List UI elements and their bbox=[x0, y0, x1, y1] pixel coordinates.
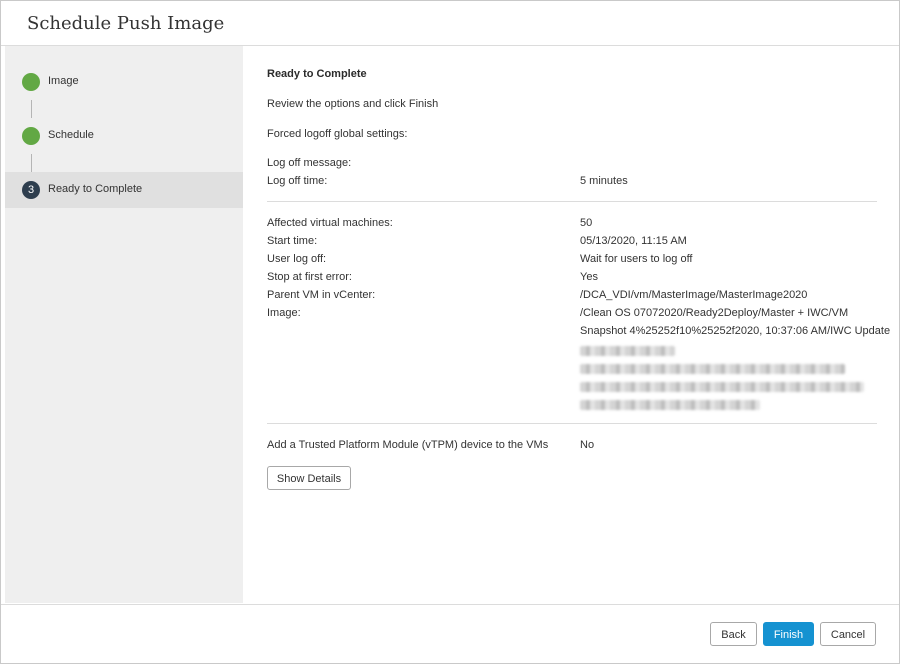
summary-value: /DCA_VDI/vm/MasterImage/MasterImage2020 bbox=[580, 289, 808, 301]
redacted-text bbox=[580, 346, 675, 356]
summary-value: 50 bbox=[580, 217, 593, 229]
summary-value: 05/13/2020, 11:15 AM bbox=[580, 235, 687, 247]
summary-label: Parent VM in vCenter: bbox=[267, 289, 376, 301]
step-image[interactable]: Image bbox=[5, 64, 243, 100]
forced-logoff-heading: Forced logoff global settings: bbox=[267, 128, 408, 140]
step-connector bbox=[31, 154, 32, 172]
cancel-button[interactable]: Cancel bbox=[820, 622, 876, 646]
divider bbox=[267, 201, 877, 202]
show-details-button[interactable]: Show Details bbox=[267, 466, 351, 490]
step-complete-icon bbox=[22, 127, 40, 145]
summary-label: Affected virtual machines: bbox=[267, 217, 393, 229]
schedule-push-image-dialog: Schedule Push Image Image Schedule 3 Rea… bbox=[0, 0, 900, 664]
logoff-time-label: Log off time: bbox=[267, 175, 328, 187]
dialog-header: Schedule Push Image bbox=[1, 1, 899, 46]
step-connector bbox=[31, 100, 32, 118]
dialog-title: Schedule Push Image bbox=[27, 13, 225, 34]
logoff-message-label: Log off message: bbox=[267, 157, 352, 169]
vtpm-label: Add a Trusted Platform Module (vTPM) dev… bbox=[267, 439, 549, 451]
step-label: Schedule bbox=[48, 129, 94, 141]
step-ready-to-complete[interactable]: 3 Ready to Complete bbox=[5, 172, 243, 208]
logoff-time-value: 5 minutes bbox=[580, 175, 628, 187]
back-button[interactable]: Back bbox=[710, 622, 757, 646]
redacted-text bbox=[580, 382, 864, 392]
summary-label: Stop at first error: bbox=[267, 271, 352, 283]
footer-divider bbox=[1, 604, 899, 605]
step-complete-icon bbox=[22, 73, 40, 91]
summary-value: /Clean OS 07072020/Ready2Deploy/Master +… bbox=[580, 307, 849, 319]
redacted-text bbox=[580, 364, 845, 374]
section-heading: Ready to Complete bbox=[267, 68, 367, 80]
step-schedule[interactable]: Schedule bbox=[5, 118, 243, 154]
step-number-icon: 3 bbox=[22, 181, 40, 199]
step-label: Image bbox=[48, 75, 79, 87]
summary-value: Yes bbox=[580, 271, 598, 283]
summary-label: User log off: bbox=[267, 253, 327, 265]
finish-button[interactable]: Finish bbox=[763, 622, 814, 646]
intro-text: Review the options and click Finish bbox=[267, 98, 439, 110]
summary-value: Wait for users to log off bbox=[580, 253, 693, 265]
summary-label: Image: bbox=[267, 307, 301, 319]
step-label: Ready to Complete bbox=[48, 183, 143, 195]
wizard-steps-sidebar: Image Schedule 3 Ready to Complete bbox=[5, 46, 243, 603]
vtpm-value: No bbox=[580, 439, 595, 451]
summary-label: Start time: bbox=[267, 235, 318, 247]
image-path-continued: Snapshot 4%25252f10%25252f2020, 10:37:06… bbox=[580, 325, 891, 337]
divider bbox=[267, 423, 877, 424]
redacted-text bbox=[580, 400, 760, 410]
